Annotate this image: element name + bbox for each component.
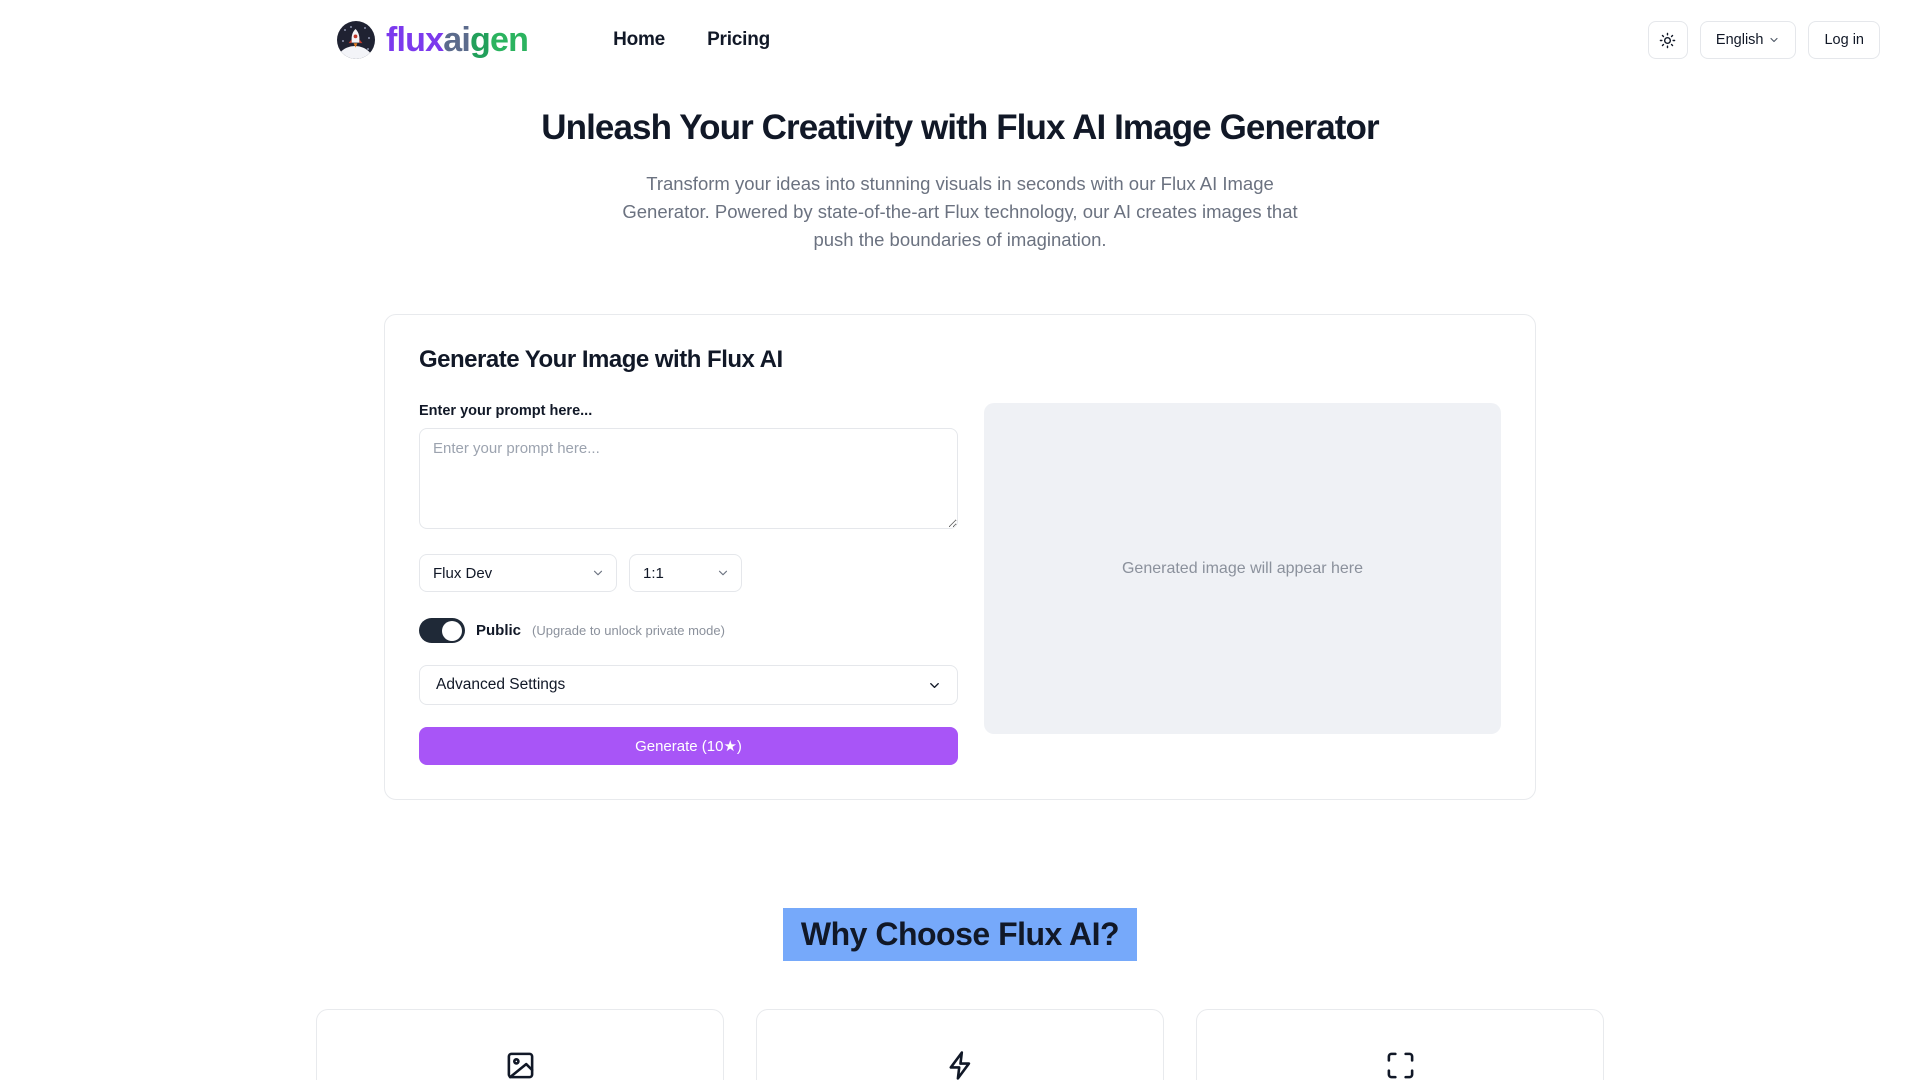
preview-panel-wrapper: Generated image will appear here <box>984 403 1501 765</box>
generation-options-row: Flux Dev 1:1 <box>419 554 958 592</box>
chevron-down-icon <box>593 570 603 576</box>
rocket-logo-icon <box>337 21 375 59</box>
visibility-hint: (Upgrade to unlock private mode) <box>532 623 725 638</box>
login-label: Log in <box>1824 32 1864 48</box>
login-button[interactable]: Log in <box>1808 21 1880 59</box>
preview-placeholder-text: Generated image will appear here <box>1121 559 1364 577</box>
public-private-toggle[interactable] <box>419 618 465 643</box>
toggle-knob <box>442 620 462 641</box>
brand-text-part-4: en <box>489 21 529 59</box>
nav-item-home[interactable]: Home <box>613 29 665 51</box>
feature-card-fast-generation: Lightning-Fast Generation <box>756 1009 1164 1080</box>
chevron-down-icon <box>1770 37 1779 43</box>
brand-text-part-1: flux <box>386 21 444 59</box>
model-select[interactable]: Flux Dev <box>419 554 617 592</box>
feature-card-image-quality: Unparalleled Image Quality <box>316 1009 724 1080</box>
visibility-label: Public <box>476 622 522 639</box>
chevron-down-icon <box>930 682 939 688</box>
generator-layout: Enter your prompt here... Flux Dev 1:1 <box>419 403 1501 765</box>
nav-item-pricing[interactable]: Pricing <box>707 29 770 51</box>
generator-title: Generate Your Image with Flux AI <box>419 346 783 373</box>
language-selector[interactable]: English <box>1699 21 1797 59</box>
image-icon <box>341 1050 699 1080</box>
site-header: fluxaigen Home Pricing English Log in <box>0 0 1920 80</box>
advanced-settings-label: Advanced Settings <box>436 676 566 693</box>
sun-icon <box>1660 32 1676 48</box>
language-label: English <box>1715 32 1764 48</box>
prompt-label: Enter your prompt here... <box>419 403 593 419</box>
advanced-settings-accordion[interactable]: Advanced Settings <box>419 665 958 705</box>
brand-text-part-3: g <box>470 21 491 59</box>
visibility-row: Public (Upgrade to unlock private mode) <box>419 618 958 643</box>
feature-cards: Unparalleled Image Quality Lightning-Fas… <box>0 1009 1920 1080</box>
hero-subtitle: Transform your ideas into stunning visua… <box>622 173 1298 250</box>
model-select-value: Flux Dev <box>433 564 493 582</box>
feature-card-aspect-ratios: Versatile Aspect Ratios <box>1196 1009 1604 1080</box>
generator-form: Enter your prompt here... Flux Dev 1:1 <box>419 403 958 765</box>
generate-button[interactable]: Generate (10★) <box>419 727 958 765</box>
hero-section: Unleash Your Creativity with Flux AI Ima… <box>0 108 1920 254</box>
maximize-corners-icon <box>1221 1050 1579 1080</box>
page-title: Unleash Your Creativity with Flux AI Ima… <box>541 108 1379 147</box>
main-nav: Home Pricing <box>613 29 770 51</box>
lightning-bolt-icon <box>781 1050 1139 1080</box>
header-actions: English Log in <box>1647 21 1880 59</box>
aspect-ratio-value: 1:1 <box>643 564 664 582</box>
brand-wordmark: fluxaigen <box>386 21 529 59</box>
brand-text-part-2: ai <box>443 21 471 59</box>
generator-card: Generate Your Image with Flux AI Enter y… <box>384 314 1536 800</box>
theme-toggle-button[interactable] <box>1647 21 1688 59</box>
chevron-down-icon <box>718 570 728 576</box>
brand-logo[interactable]: fluxaigen <box>337 21 529 59</box>
why-choose-section: Why Choose Flux AI? Unparalleled Image Q… <box>0 908 1920 1080</box>
image-preview-panel: Generated image will appear here <box>984 403 1501 734</box>
aspect-ratio-select[interactable]: 1:1 <box>629 554 742 592</box>
why-choose-title: Why Choose Flux AI? <box>782 908 1138 961</box>
prompt-input[interactable] <box>419 428 958 529</box>
